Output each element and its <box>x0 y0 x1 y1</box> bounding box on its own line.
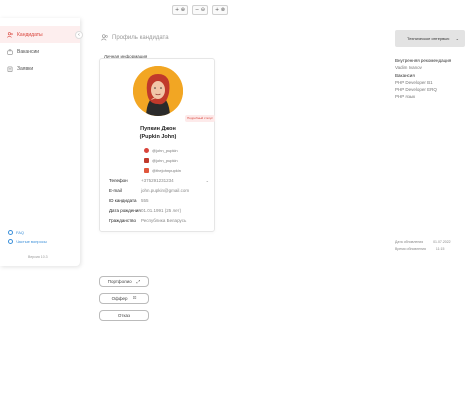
field-label: ID кандидата <box>109 198 137 203</box>
telegram-icon <box>144 148 149 153</box>
updated-value: 11:15 <box>435 247 445 251</box>
candidate-name-latin: (Pupkin John) <box>139 134 177 140</box>
field-label: Телефон <box>109 178 128 183</box>
field-value: +375291231234 <box>141 178 174 183</box>
social-facebook[interactable]: @thejohnpupkin <box>144 168 181 173</box>
recommender-name: Vadim Ivanov <box>395 65 422 71</box>
questions-link[interactable]: Частые вопросы <box>8 239 47 244</box>
social-instagram[interactable]: @john_pupkin <box>144 158 178 163</box>
candidate-id-row: ID кандидата 555 <box>109 198 209 203</box>
portfolio-button[interactable]: Портфолио ⤢ <box>99 276 149 287</box>
link-icon: ⤢ <box>136 279 141 285</box>
vacancy-item: PHP Developer B1 <box>395 79 433 85</box>
avatar <box>133 66 183 116</box>
page-title: Профиль кандидата <box>112 34 169 41</box>
instagram-icon <box>144 158 149 163</box>
social-handle: @john_pupkin <box>152 158 178 163</box>
reject-button[interactable]: Отказ <box>99 310 149 321</box>
candidate-name: Пупкин Джон (Pupkin John) <box>100 125 216 141</box>
faq-label: FAQ <box>16 230 25 235</box>
field-value: john.pupkin@gmail.com <box>141 188 190 193</box>
status-badge: Подробный статус <box>185 115 215 122</box>
vacancy-item: PHP язык <box>395 94 416 100</box>
zoom-out-button[interactable]: − ⊖ <box>192 5 208 15</box>
sidebar-item-requests[interactable]: Заявки <box>0 60 80 77</box>
faq-link[interactable]: FAQ <box>8 230 47 235</box>
chevron-down-icon[interactable]: ⌄ <box>206 178 209 183</box>
recommendation-panel: Внутренняя рекомендация Vadim Ivanov Вак… <box>395 57 470 101</box>
offer-label: Оффер <box>111 296 128 301</box>
recommendation-header: Внутренняя рекомендация <box>395 58 452 63</box>
created-label: Дата обновления <box>395 240 424 244</box>
lock-icon: ⊡ <box>132 296 137 301</box>
created-value: 01.07.2022 <box>433 240 451 244</box>
question-icon <box>8 239 13 244</box>
email-row: E-mail john.pupkin@gmail.com <box>109 188 209 193</box>
field-value: 555 <box>141 198 149 203</box>
sidebar: Кандидаты Вакансии Заявки ‹ FAQ Частые в… <box>0 18 83 266</box>
zoom-controls: + ⊕ − ⊖ + ⊗ <box>172 5 228 15</box>
zoom-reset-button[interactable]: + ⊗ <box>212 5 228 15</box>
phone-row[interactable]: Телефон +375291231234 ⌄ <box>109 178 209 183</box>
sidebar-item-label: Вакансии <box>17 48 40 55</box>
candidate-name-cyrillic: Пупкин Джон <box>140 126 176 132</box>
facebook-icon <box>144 168 149 173</box>
sidebar-collapse-button[interactable]: ‹ <box>75 31 83 39</box>
social-telegram[interactable]: @john_pupkin <box>144 148 178 153</box>
social-handle: @john_pupkin <box>152 148 178 153</box>
birthdate-row: Дата рождения 01.01.1991 (25 лет) <box>109 208 209 213</box>
personal-info-card: Подробный статус Пупкин Джон (Pupkin Joh… <box>99 58 215 232</box>
users-icon <box>101 34 108 41</box>
reject-label: Отказ <box>117 313 131 318</box>
field-label: Дата рождения <box>109 208 141 213</box>
zoom-in-button[interactable]: + ⊕ <box>172 5 188 15</box>
breadcrumb: Профиль кандидата <box>101 34 169 41</box>
questions-label: Частые вопросы <box>16 239 47 244</box>
status-dropdown[interactable]: Техническое интервью ⌄ <box>395 30 465 47</box>
vacancy-header: Вакансия <box>395 72 415 78</box>
field-value: 01.01.1991 (25 лет) <box>141 208 182 213</box>
help-icon <box>8 230 13 235</box>
chevron-down-icon: ⌄ <box>455 36 459 41</box>
status-value: Техническое интервью <box>407 36 450 41</box>
field-label: Гражданство <box>109 218 136 223</box>
offer-button[interactable]: Оффер ⊡ <box>99 293 149 304</box>
users-icon <box>7 31 13 38</box>
sidebar-item-vacancies[interactable]: Вакансии <box>0 43 80 60</box>
updated-label: Время обновления <box>395 247 426 251</box>
sidebar-item-label: Кандидаты <box>17 31 43 38</box>
avatar-portrait <box>133 66 183 116</box>
sidebar-bottom-links: FAQ Частые вопросы <box>8 230 47 248</box>
social-handle: @thejohnpupkin <box>152 168 181 173</box>
vacancy-item: PHP Developer ERQ <box>395 87 437 93</box>
version-label: Версия 10.3 <box>28 255 48 259</box>
sidebar-item-label: Заявки <box>17 65 34 72</box>
field-label: E-mail <box>109 188 122 193</box>
citizenship-row: Гражданство Республика Беларусь <box>109 218 209 223</box>
field-value: Республика Беларусь <box>141 218 187 223</box>
sidebar-item-candidates[interactable]: Кандидаты <box>0 26 80 43</box>
portfolio-label: Портфолио <box>107 279 132 284</box>
dates-block: Дата обновления 01.07.2022 Время обновлен… <box>395 239 451 253</box>
briefcase-icon <box>7 48 13 55</box>
clipboard-icon <box>7 66 13 72</box>
